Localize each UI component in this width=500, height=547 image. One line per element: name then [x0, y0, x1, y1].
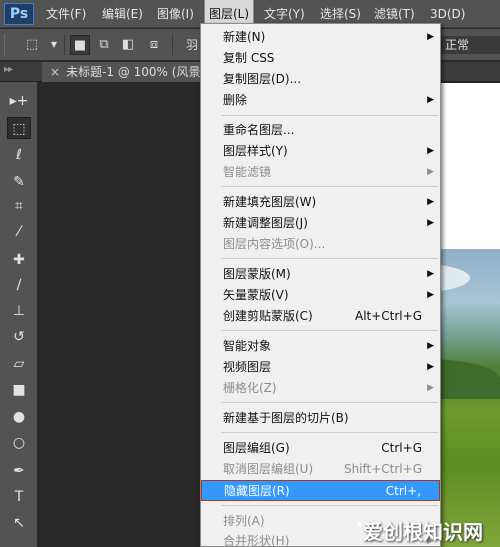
menu-image[interactable]: 图像(I) [157, 0, 194, 28]
menu-item-create-clipping-mask[interactable]: 创建剪贴蒙版(C) Alt+Ctrl+G [201, 306, 440, 327]
menu-shortcut: Shift+Ctrl+G [343, 462, 422, 476]
blur-tool-icon[interactable]: ● [7, 406, 31, 428]
submenu-arrow-icon: ▶ [427, 95, 434, 105]
menu-item-ungroup-layers: 取消图层编组(U) Shift+Ctrl+G [201, 459, 440, 480]
menu-shortcut: Ctrl+G [381, 441, 422, 455]
layer-menu: 新建(N) ▶ 复制 CSS 复制图层(D)... 删除 ▶ 重命名图层... 图层… [200, 23, 441, 547]
menu-item-layer-style[interactable]: 图层样式(Y) ▶ [201, 141, 440, 162]
menu-item-rasterize: 栅格化(Z) ▶ [201, 378, 440, 399]
gradient-tool-icon[interactable]: ■ [7, 379, 31, 401]
menu-separator [221, 330, 438, 331]
photoshop-logo: Ps [4, 3, 34, 25]
tools-panel: ▸+ ⬚ ℓ ✎ ⌗ ⁄ ✚ ∕ ⊥ ↺ ▱ ■ ● ○ ✒ T ↖ [0, 82, 38, 547]
menu-item-vector-mask[interactable]: 矢量蒙版(V) ▶ [201, 285, 440, 306]
menu-item-group-layers[interactable]: 图层编组(G) Ctrl+G [201, 438, 440, 459]
add-selection-icon[interactable]: ⧉ [94, 35, 114, 55]
submenu-arrow-icon: ▶ [427, 383, 434, 393]
lasso-tool-icon[interactable]: ℓ [7, 144, 31, 166]
menu-item-delete[interactable]: 删除 ▶ [201, 90, 440, 111]
options-grip[interactable] [4, 35, 7, 55]
dodge-tool-icon[interactable]: ○ [7, 432, 31, 454]
menu-item-duplicate-layer[interactable]: 复制图层(D)... [201, 69, 440, 90]
new-selection-icon[interactable]: ■ [70, 35, 90, 55]
submenu-arrow-icon: ▶ [427, 341, 434, 351]
marquee-preset-icon[interactable]: ⬚ [22, 35, 42, 55]
menu-separator [221, 505, 438, 506]
menu-file[interactable]: 文件(F) [46, 0, 86, 28]
intersect-selection-icon[interactable]: ⧈ [144, 35, 164, 55]
history-brush-tool-icon[interactable]: ↺ [7, 326, 31, 348]
brush-tool-icon[interactable]: ∕ [7, 274, 31, 296]
menu-item-new-layer-based-slice[interactable]: 新建基于图层的切片(B) [201, 408, 440, 429]
submenu-arrow-icon: ▶ [427, 218, 434, 228]
submenu-arrow-icon: ▶ [427, 146, 434, 156]
submenu-arrow-icon: ▶ [427, 32, 434, 42]
move-tool-icon[interactable]: ▸+ [7, 90, 31, 112]
menu-shortcut: Ctrl+, [385, 484, 421, 498]
submenu-arrow-icon: ▶ [427, 269, 434, 279]
menu-shortcut: Alt+Ctrl+G [354, 309, 422, 323]
submenu-arrow-icon: ▶ [427, 197, 434, 207]
options-divider [172, 35, 173, 55]
style-select[interactable]: 正常 [439, 36, 500, 54]
quick-select-tool-icon[interactable]: ✎ [7, 171, 31, 193]
menu-item-layer-content-options: 图层内容选项(O)... [223, 237, 326, 251]
watermark: ✦ 爱创根知识网 [355, 512, 500, 547]
type-tool-icon[interactable]: T [7, 486, 31, 508]
chevron-down-icon[interactable]: ▼ [44, 35, 64, 55]
feather-label: 羽 [186, 38, 199, 52]
menu-item-video-layers[interactable]: 视频图层 ▶ [201, 357, 440, 378]
menu-separator [221, 115, 438, 116]
menu-item-new-fill-layer[interactable]: 新建填充图层(W) ▶ [201, 192, 440, 213]
menu-separator [221, 402, 438, 403]
stamp-tool-icon[interactable]: ⊥ [7, 300, 31, 322]
submenu-arrow-icon: ▶ [427, 167, 434, 177]
panel-grip-icon[interactable]: ▸▸ [4, 64, 13, 75]
menu-item-smart-object[interactable]: 智能对象 ▶ [201, 336, 440, 357]
submenu-arrow-icon: ▶ [427, 362, 434, 372]
pen-tool-icon[interactable]: ✒ [7, 460, 31, 482]
watermark-text: 爱创根知识网 [363, 520, 483, 544]
eyedropper-tool-icon[interactable]: ⁄ [7, 221, 31, 243]
menu-item-rename-layer[interactable]: 重命名图层... [201, 120, 440, 141]
menu-item-hide-layers[interactable]: 隐藏图层(R) Ctrl+, [201, 480, 440, 501]
menu-item-new-adjustment-layer[interactable]: 新建调整图层(J) ▶ [201, 213, 440, 234]
menu-separator [221, 258, 438, 259]
crop-tool-icon[interactable]: ⌗ [7, 195, 31, 217]
document-title: 未标题-1 @ 100% (风景图片 [66, 65, 212, 79]
path-select-tool-icon[interactable]: ↖ [7, 512, 31, 534]
menu-item-new[interactable]: 新建(N) ▶ [201, 27, 440, 48]
close-icon[interactable]: × [50, 65, 60, 79]
healing-tool-icon[interactable]: ✚ [7, 249, 31, 271]
menu-separator [221, 432, 438, 433]
menu-item-smart-filter: 智能滤镜 ▶ [201, 162, 440, 183]
menu-item-copy-css[interactable]: 复制 CSS [201, 48, 440, 69]
menu-separator [221, 186, 438, 187]
menu-item-layer-mask[interactable]: 图层蒙版(M) ▶ [201, 264, 440, 285]
document-tab[interactable]: × 未标题-1 @ 100% (风景图片 [42, 62, 212, 82]
subtract-selection-icon[interactable]: ◧ [118, 35, 138, 55]
eraser-tool-icon[interactable]: ▱ [7, 353, 31, 375]
menu-edit[interactable]: 编辑(E) [102, 0, 143, 28]
submenu-arrow-icon: ▶ [427, 290, 434, 300]
options-divider [64, 35, 65, 55]
marquee-tool-icon[interactable]: ⬚ [7, 117, 31, 139]
